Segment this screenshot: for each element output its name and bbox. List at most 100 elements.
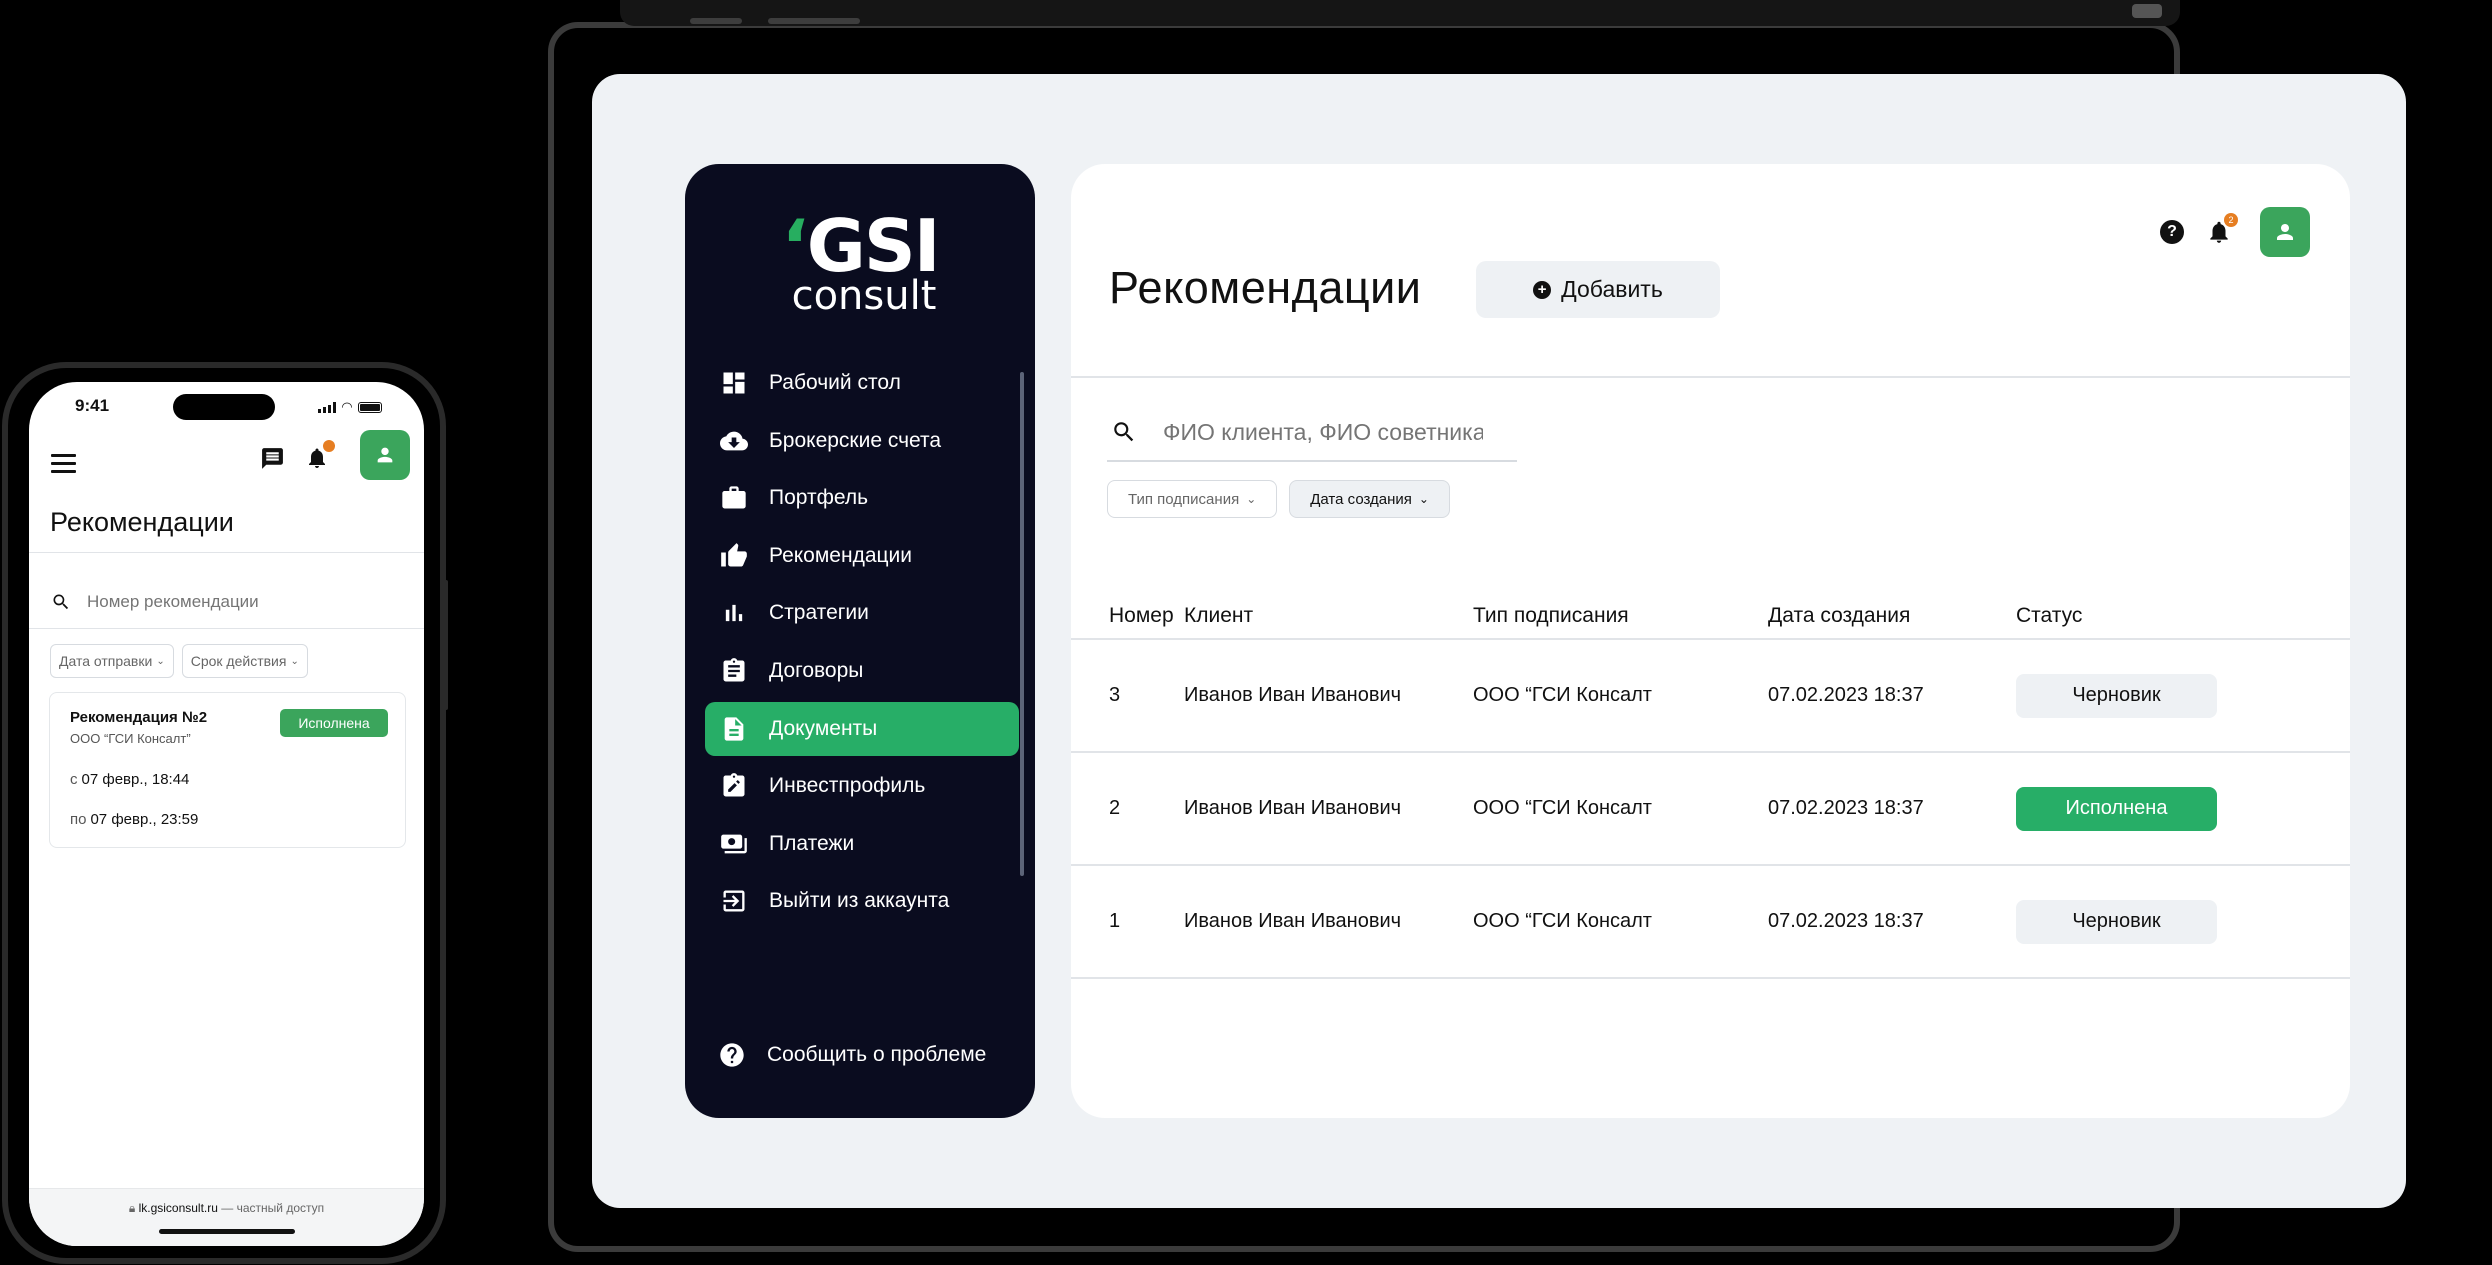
battery-icon	[358, 401, 382, 413]
status-bar-indicators: ◠	[318, 399, 382, 415]
sidebar-item-investprofile[interactable]: Инвестпрофиль	[705, 759, 1019, 813]
filter-validity[interactable]: Срок действия ⌄	[181, 644, 308, 678]
sidebar-item-brokerage[interactable]: Брокерские счета	[705, 414, 1019, 468]
device-frame-detail	[690, 18, 742, 24]
profile-button[interactable]	[2260, 207, 2310, 257]
card-company: ООО “ГСИ Консалт”	[70, 731, 191, 746]
logout-icon	[719, 886, 749, 916]
mobile-profile-button[interactable]	[360, 430, 410, 480]
desktop-screen: ʻGSI consult Рабочий стол Брокерские сче…	[592, 74, 2406, 1208]
status-badge: Черновик	[2016, 899, 2217, 944]
divider	[29, 628, 424, 629]
notification-badge	[323, 440, 335, 452]
cell-number: 3	[1109, 684, 1121, 706]
report-problem-button[interactable]: Сообщить о проблеме	[717, 1040, 986, 1070]
sidebar-item-strategies[interactable]: Стратегии	[705, 586, 1019, 640]
filter-sign-type[interactable]: Тип подписания ⌄	[1107, 480, 1278, 518]
recommendations-table: Номер Клиент Тип подписания Дата создани…	[1071, 594, 2350, 979]
help-icon[interactable]: ?	[2160, 220, 2184, 244]
table-row[interactable]: 2 Иванов Иван Иванович ООО “ГСИ Консалт …	[1071, 753, 2350, 866]
cell-sign-type: ООО “ГСИ Консалт	[1473, 684, 1652, 706]
phone-side-button	[440, 580, 448, 710]
mobile-page-title: Рекомендации	[50, 507, 234, 537]
search-bar	[1107, 404, 1517, 462]
sidebar-scrollbar[interactable]	[1020, 372, 1024, 876]
thumbs-up-icon	[719, 541, 749, 571]
cloud-download-icon	[719, 426, 749, 456]
dashboard-icon	[719, 368, 749, 398]
document-icon	[719, 714, 749, 744]
sidebar-item-portfolio[interactable]: Портфель	[705, 471, 1019, 525]
sidebar-item-logout[interactable]: Выйти из аккаунта	[705, 874, 1019, 928]
cell-created: 07.02.2023 18:37	[1768, 684, 1924, 706]
home-indicator[interactable]	[159, 1229, 295, 1234]
filter-label: Дата создания	[1310, 490, 1412, 508]
cell-created: 07.02.2023 18:37	[1768, 910, 1924, 932]
sidebar-item-payments[interactable]: Платежи	[705, 817, 1019, 871]
cell-number: 1	[1109, 910, 1121, 932]
logo: ʻGSI consult	[685, 210, 1035, 319]
device-frame-detail	[2132, 4, 2162, 18]
chat-icon[interactable]	[260, 446, 285, 471]
add-button-label: Добавить	[1561, 276, 1663, 302]
sidebar-item-recommendations[interactable]: Рекомендации	[705, 529, 1019, 583]
mobile-filters: Дата отправки ⌄ Срок действия ⌄	[50, 644, 308, 678]
cell-created: 07.02.2023 18:37	[1768, 797, 1924, 819]
column-header-created[interactable]: Дата создания	[1764, 604, 2016, 628]
main-content: Рекомендации + Добавить ? 2 Тип подписан…	[1071, 164, 2350, 1118]
sidebar-item-label: Рабочий стол	[769, 371, 901, 394]
dynamic-island	[173, 394, 275, 420]
device-frame-detail	[768, 18, 860, 24]
cell-number: 2	[1109, 797, 1121, 819]
cell-client: Иванов Иван Иванович	[1184, 684, 1402, 706]
help-circle-icon	[717, 1040, 747, 1070]
status-badge: Исполнена	[2016, 786, 2217, 831]
hamburger-menu-icon[interactable]	[51, 454, 76, 478]
filter-label: Срок действия	[190, 653, 287, 669]
status-badge: Исполнена	[280, 709, 388, 737]
sidebar-item-contracts[interactable]: Договоры	[705, 644, 1019, 698]
logo-sub: consult	[791, 273, 937, 319]
cell-sign-type: ООО “ГСИ Консалт	[1473, 910, 1652, 932]
filter-created-date[interactable]: Дата создания ⌄	[1289, 480, 1450, 518]
bar-chart-icon	[719, 598, 749, 628]
mobile-search-input[interactable]	[87, 592, 387, 612]
search-icon	[53, 594, 69, 610]
sidebar-item-label: Брокерские счета	[769, 428, 942, 452]
column-header-status[interactable]: Статус	[2016, 604, 2350, 628]
table-row[interactable]: 3 Иванов Иван Иванович ООО “ГСИ Консалт …	[1071, 640, 2350, 753]
filter-label: Тип подписания	[1128, 490, 1240, 508]
search-icon	[1114, 422, 1134, 442]
browser-url[interactable]: 🔒︎ lk.gsiconsult.ru — частный доступ	[29, 1201, 424, 1216]
sidebar-item-label: Инвестпрофиль	[769, 774, 926, 798]
plus-circle-icon: +	[1533, 280, 1552, 299]
user-icon	[377, 447, 393, 463]
sidebar-item-dashboard[interactable]: Рабочий стол	[705, 356, 1019, 410]
sidebar-item-label: Выйти из аккаунта	[769, 889, 950, 913]
table-row[interactable]: 1 Иванов Иван Иванович ООО “ГСИ Консалт …	[1071, 866, 2350, 979]
sidebar-item-label: Платежи	[769, 831, 855, 855]
card-valid-from: с 07 февр., 18:44	[70, 771, 190, 788]
divider	[1071, 376, 2350, 378]
filter-sent-date[interactable]: Дата отправки ⌄	[50, 644, 174, 678]
sidebar-item-documents[interactable]: Документы	[705, 701, 1019, 756]
wifi-icon: ◠	[342, 399, 352, 414]
divider	[29, 552, 424, 553]
search-input[interactable]	[1163, 418, 1483, 446]
column-header-sign-type[interactable]: Тип подписания	[1469, 604, 1764, 628]
mobile-notifications-button[interactable]	[305, 440, 335, 470]
add-button[interactable]: + Добавить	[1476, 261, 1720, 318]
edit-clipboard-icon	[719, 771, 749, 801]
notifications-button[interactable]: 2	[2206, 213, 2238, 245]
cell-status: Исполнена	[2016, 786, 2350, 831]
sidebar-item-label: Рекомендации	[769, 543, 913, 567]
cell-status: Черновик	[2016, 899, 2350, 944]
column-header-client[interactable]: Клиент	[1184, 604, 1469, 628]
header-actions: ? 2	[2160, 207, 2310, 257]
column-header-number[interactable]: Номер	[1071, 604, 1184, 628]
browser-bottom-bar: 🔒︎ lk.gsiconsult.ru — частный доступ	[29, 1188, 424, 1246]
sidebar-nav: Рабочий стол Брокерские счета Портфель Р…	[705, 356, 1019, 932]
clipboard-icon	[719, 656, 749, 686]
recommendation-card[interactable]: Рекомендация №2 ООО “ГСИ Консалт” Исполн…	[49, 692, 406, 848]
sidebar-item-label: Портфель	[769, 486, 869, 510]
